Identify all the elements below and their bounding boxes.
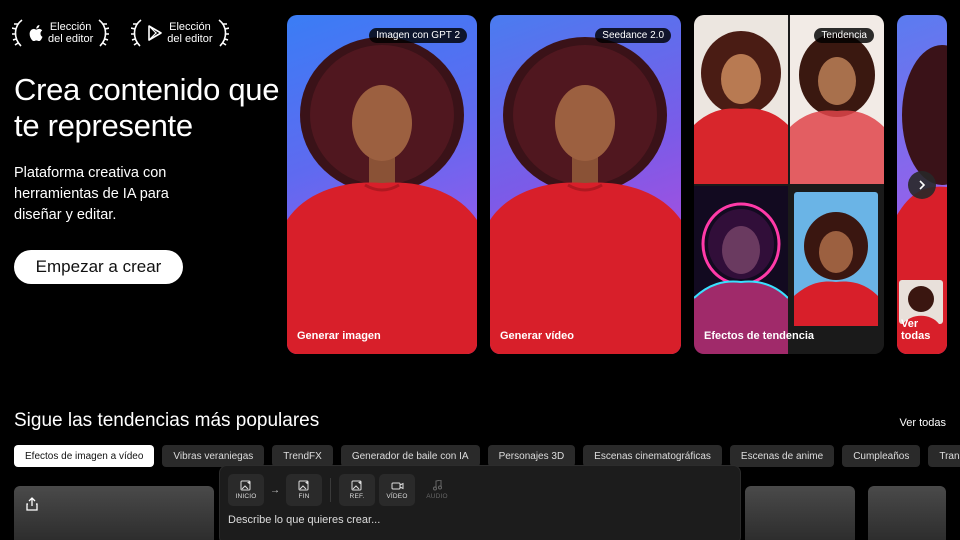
award-google-play: Elección del editor — [131, 17, 229, 49]
video-button[interactable]: VÍDEO — [379, 474, 415, 506]
music-note-icon — [433, 480, 442, 491]
award-text: Elección del editor — [167, 21, 212, 45]
card-label: Generar vídeo — [500, 330, 574, 342]
card-generate-image[interactable]: Imagen con GPT 2 Generar imagen — [287, 15, 477, 354]
reference-button[interactable]: REF. — [339, 474, 375, 506]
start-creating-button[interactable]: Empezar a crear — [14, 250, 183, 284]
award-apple: Elección del editor — [12, 17, 110, 49]
chip[interactable]: Escenas cinematográficas — [583, 445, 722, 467]
tool-label: INICIO — [235, 493, 257, 500]
image-add-icon — [240, 480, 251, 491]
awards-row: Elección del editor Elección del editor — [12, 17, 229, 49]
award-line2: del editor — [167, 33, 213, 45]
end-frame-button[interactable]: FIN — [286, 474, 322, 506]
card-badge: Imagen con GPT 2 — [369, 28, 467, 43]
chip[interactable]: Cumpleaños — [842, 445, 921, 467]
share-icon[interactable] — [22, 494, 42, 514]
award-line1: Elección — [169, 21, 211, 33]
portrait-image — [490, 37, 681, 354]
apple-logo-icon — [28, 24, 44, 42]
audio-button[interactable]: AUDIO — [419, 474, 455, 506]
chevron-right-icon — [919, 180, 926, 190]
prompt-tools: INICIO → FIN REF. VÍDEO AUDIO — [228, 474, 455, 506]
award-line1: Elección — [49, 21, 92, 33]
carousel-next-button[interactable] — [908, 171, 936, 199]
chip[interactable]: Efectos de imagen a vídeo — [14, 445, 155, 467]
trend-tile-cartoon — [694, 15, 788, 184]
trend-thumbnail[interactable] — [14, 486, 214, 540]
laurel-left-icon — [131, 19, 142, 47]
card-label: Efectos de tendencia — [704, 330, 815, 342]
laurel-right-icon — [98, 19, 110, 47]
hero-title: Crea contenido que te represente — [14, 72, 280, 143]
category-chips: Efectos de imagen a vídeo Vibras veranie… — [14, 445, 960, 467]
card-generate-video[interactable]: Seedance 2.0 Generar vídeo — [490, 15, 681, 354]
start-frame-button[interactable]: INICIO — [228, 474, 264, 506]
arrow-right-icon: → — [270, 484, 280, 496]
chip[interactable]: Escenas de anime — [729, 445, 835, 467]
tool-label: VÍDEO — [386, 492, 408, 500]
chip[interactable]: Transi — [928, 445, 960, 467]
trend-tile-neon — [694, 186, 788, 354]
trend-thumbnail[interactable] — [745, 486, 855, 540]
image-add-icon — [298, 480, 309, 491]
google-play-logo-icon — [147, 24, 163, 42]
trend-tile-portrait — [790, 186, 884, 354]
card-label: Generar imagen — [297, 330, 381, 342]
card-label: Ver todas — [901, 318, 931, 342]
see-all-link[interactable]: Ver todas — [900, 417, 946, 429]
prompt-input[interactable]: Describe lo que quieres crear... — [228, 514, 380, 526]
award-text: Elección del editor — [48, 21, 93, 45]
trend-thumbnail[interactable] — [868, 486, 946, 540]
chip[interactable]: Personajes 3D — [487, 445, 576, 467]
tool-label: FIN — [298, 493, 310, 500]
laurel-left-icon — [12, 19, 23, 47]
tool-label: AUDIO — [426, 493, 448, 500]
hero-subtitle: Plataforma creativa con herramientas de … — [14, 165, 169, 223]
tool-label: REF. — [349, 493, 365, 500]
section-title: Sigue las tendencias más populares — [14, 410, 320, 431]
award-line2: del editor — [48, 33, 94, 45]
card-badge: Tendencia — [814, 28, 874, 43]
image-add-icon — [351, 480, 362, 491]
card-trend-effects[interactable]: Tendencia Efectos de tendencia — [694, 15, 884, 354]
divider — [330, 478, 331, 502]
laurel-right-icon — [218, 19, 229, 47]
video-camera-icon — [391, 482, 403, 489]
chip[interactable]: TrendFX — [272, 445, 333, 467]
chip[interactable]: Vibras veraniegas — [162, 445, 265, 467]
card-badge: Seedance 2.0 — [595, 28, 671, 43]
portrait-image — [287, 37, 477, 354]
chip[interactable]: Generador de baile con IA — [340, 445, 480, 467]
prompt-panel: INICIO → FIN REF. VÍDEO AUDIO Describe l… — [219, 465, 741, 540]
